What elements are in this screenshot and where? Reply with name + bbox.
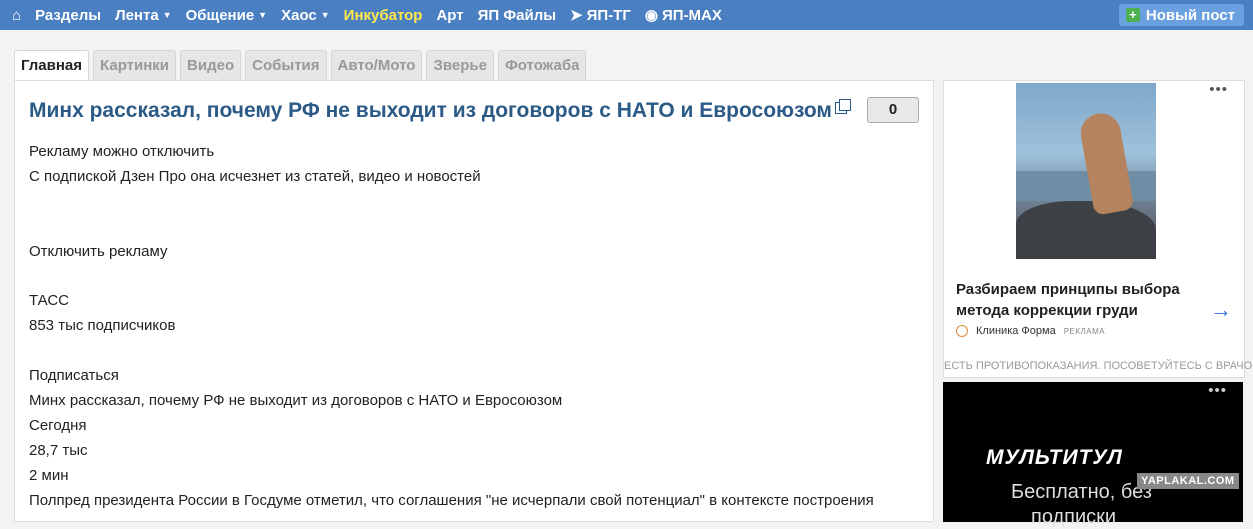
ad-logo: МУЛЬТИТУЛ — [986, 446, 1123, 469]
watermark: YAPLAKAL.COM — [1137, 473, 1239, 489]
nav-yap-max[interactable]: ◉ ЯП-MAX — [644, 6, 722, 25]
tab-video[interactable]: Видео — [180, 50, 242, 81]
chevron-down-icon: ▼ — [320, 10, 330, 20]
ad-title[interactable]: Разбираем принципы выбора метода коррекц… — [956, 279, 1206, 321]
post-line: Рекламу можно отключить — [29, 143, 215, 160]
post-line: 2 мин — [29, 467, 69, 484]
post-line: Отключить рекламу — [29, 243, 168, 260]
tab-avto-moto[interactable]: Авто/Мото — [330, 50, 423, 81]
plus-icon: + — [1125, 8, 1140, 22]
post-line: 853 тыс подписчиков — [29, 317, 176, 334]
more-options-icon[interactable]: ••• — [1208, 382, 1227, 399]
nav-obshchenie[interactable]: Общение ▼ — [186, 7, 267, 24]
tab-glavnaya[interactable]: Главная — [14, 50, 90, 81]
more-options-icon[interactable]: ••• — [1209, 81, 1228, 98]
nav-inkubator[interactable]: Инкубатор — [344, 7, 423, 24]
post-line: Полпред президента России в Госдуме отме… — [29, 492, 874, 509]
nav-yap-tg[interactable]: ➤ ЯП-ТГ — [570, 6, 631, 25]
post-line: ТАСС — [29, 292, 70, 309]
post-line: Минх рассказал, почему РФ не выходит из … — [29, 392, 563, 409]
home-icon[interactable]: ⌂ — [12, 7, 21, 24]
top-navigation-bar: ⌂ Разделы Лента ▼ Общение ▼ Хаос ▼ Инкубато… — [0, 0, 1253, 30]
ad-image[interactable] — [1016, 83, 1156, 259]
tab-sobytiya[interactable]: События — [245, 50, 327, 81]
comment-counter[interactable]: 0 — [867, 97, 919, 123]
post-line: 28,7 тыс — [29, 442, 88, 459]
ad-warning: ЕСТЬ ПРОТИВОПОКАЗАНИЯ. ПОСОВЕТУЙТЕСЬ С В… — [944, 360, 1253, 372]
chevron-down-icon: ▼ — [162, 10, 172, 20]
content-tabs: Главная Картинки Видео События Авто/Мото… — [14, 50, 590, 81]
new-post-button[interactable]: + Новый пост — [1118, 4, 1244, 26]
ad-source: Клиника Форма РЕКЛАМА — [956, 325, 1105, 337]
tab-fotozhaba[interactable]: Фотожаба — [497, 50, 587, 81]
nav-razdely[interactable]: Разделы — [35, 7, 101, 24]
post-title[interactable]: Минх рассказал, почему РФ не выходит из … — [29, 99, 832, 123]
telegram-icon: ➤ — [570, 7, 583, 24]
sidebar-ad-multitul[interactable]: ••• МУЛЬТИТУЛ Бесплатно, без подписки — [943, 382, 1243, 528]
arrow-right-icon[interactable]: → — [1210, 297, 1232, 323]
tab-kartinki[interactable]: Картинки — [93, 50, 177, 81]
nav-art[interactable]: Арт — [436, 7, 463, 24]
nav-khaos[interactable]: Хаос ▼ — [281, 7, 330, 24]
ad-text: Бесплатно, без — [1011, 481, 1152, 503]
clinic-logo-icon — [956, 325, 968, 337]
post-line: С подпиской Дзен Про она исчезнет из ста… — [29, 168, 481, 185]
chevron-down-icon: ▼ — [258, 10, 268, 20]
ad-text: подписки — [1031, 506, 1117, 528]
sidebar-ad-clinic[interactable]: ••• Разбираем принципы выбора метода кор… — [943, 80, 1253, 378]
nav-lenta[interactable]: Лента ▼ — [115, 7, 172, 24]
post-line: Подписаться — [29, 367, 119, 384]
max-icon: ◉ — [644, 7, 658, 24]
nav-yap-faily[interactable]: ЯП Файлы — [478, 7, 556, 24]
post-container: Минх рассказал, почему РФ не выходит из … — [14, 80, 934, 522]
open-external-icon[interactable] — [835, 99, 851, 114]
tab-zverye[interactable]: Зверье — [426, 50, 494, 81]
post-line: Сегодня — [29, 417, 87, 434]
